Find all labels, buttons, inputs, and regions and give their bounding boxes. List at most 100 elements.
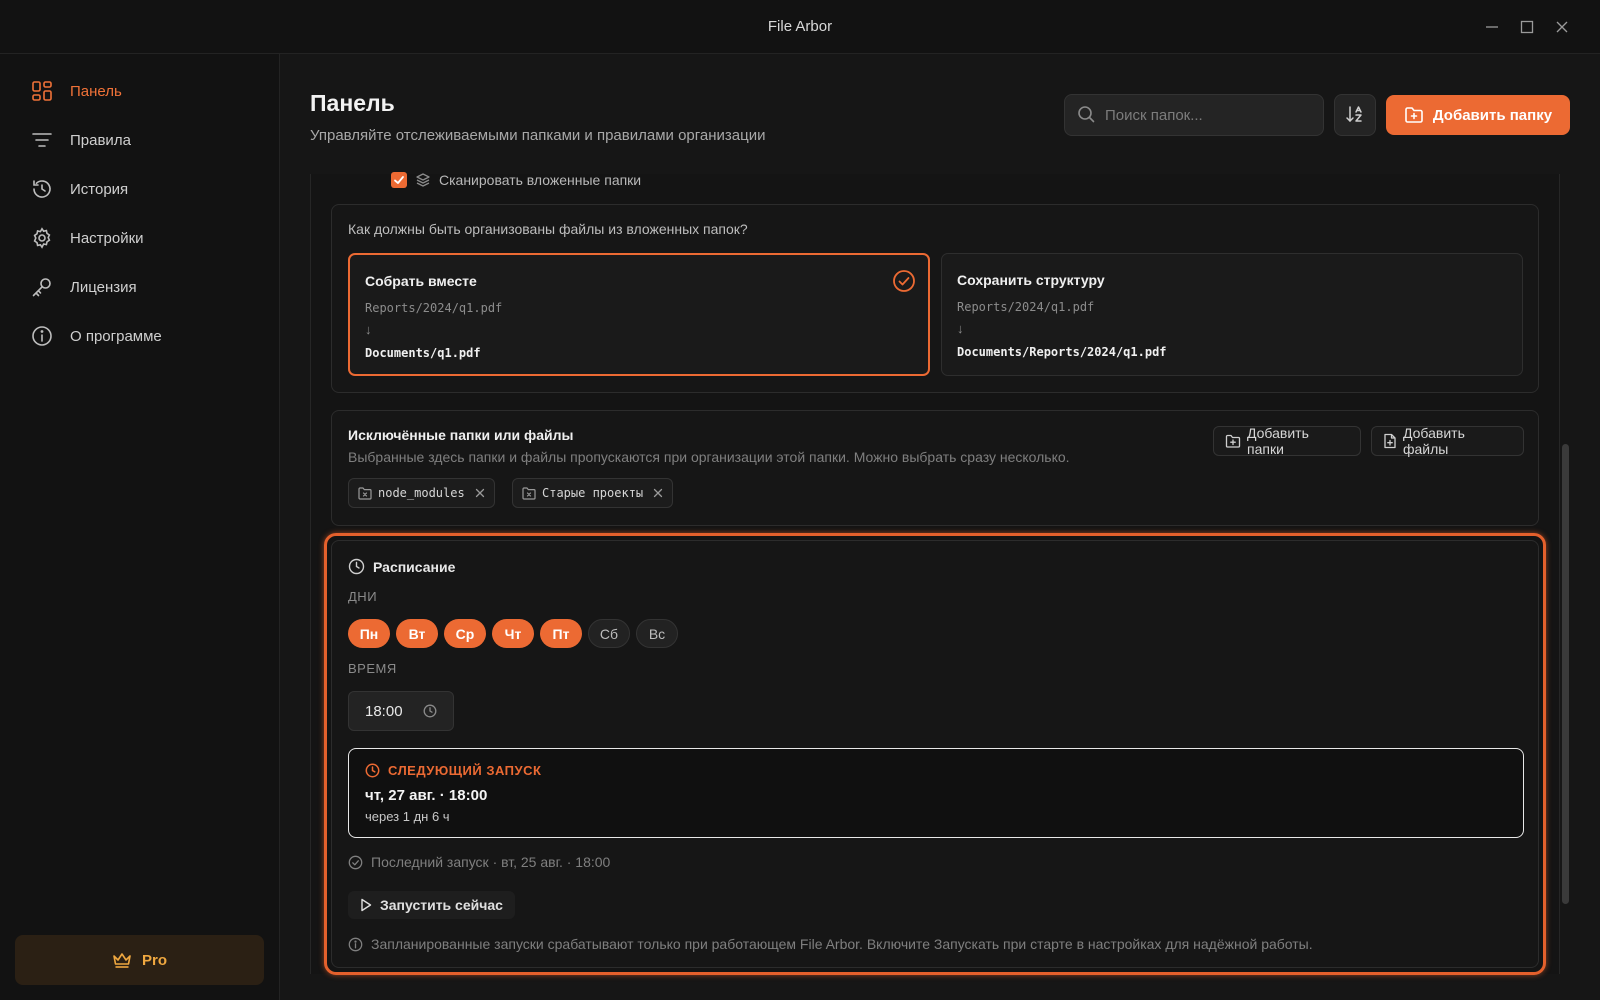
sidebar-item-dashboard[interactable]: Панель <box>30 76 122 106</box>
folder-plus-icon <box>1225 434 1241 449</box>
pro-button[interactable]: Pro <box>15 935 264 985</box>
selected-check-icon <box>892 269 916 293</box>
next-run-box: СЛЕДУЮЩИЙ ЗАПУСК чт, 27 авг. · 18:00 чер… <box>348 748 1524 838</box>
days-selector: Пн Вт Ср Чт Пт Сб Вс <box>348 619 678 648</box>
crown-icon <box>112 951 132 969</box>
sidebar-item-about[interactable]: О программе <box>30 321 162 351</box>
sidebar-item-label: Правила <box>70 131 131 149</box>
schedule-note-text: Запланированные запуски срабатывают толь… <box>371 936 1313 952</box>
close-button[interactable] <box>1551 16 1573 38</box>
filter-icon <box>30 128 54 152</box>
search-icon <box>1077 105 1095 126</box>
gear-icon <box>30 226 54 250</box>
day-toggle-wed[interactable]: Ср <box>444 619 486 648</box>
day-toggle-tue[interactable]: Вт <box>396 619 438 648</box>
title-bar: File Arbor <box>0 0 1600 54</box>
schedule-header: Расписание <box>348 558 455 575</box>
dashboard-icon <box>30 79 54 103</box>
option-destination-path: Documents/q1.pdf <box>365 346 481 360</box>
sort-icon <box>1345 104 1365 127</box>
sidebar-item-label: Панель <box>70 82 122 100</box>
add-folders-button[interactable]: Добавить папки <box>1213 425 1361 457</box>
sidebar: Панель Правила История Настройки Лицензи… <box>0 54 280 1000</box>
folder-plus-icon <box>1404 106 1424 124</box>
option-source-path: Reports/2024/q1.pdf <box>365 301 503 315</box>
option-title: Сохранить структуру <box>957 272 1105 288</box>
time-value: 18:00 <box>365 702 403 720</box>
day-toggle-sun[interactable]: Вс <box>636 619 678 648</box>
info-icon <box>30 324 54 348</box>
organize-question: Как должны быть организованы файлы из вл… <box>348 221 748 237</box>
sidebar-item-label: О программе <box>70 327 162 345</box>
folder-x-icon <box>522 486 536 500</box>
day-toggle-mon[interactable]: Пн <box>348 619 390 648</box>
page-title: Панель <box>310 90 395 116</box>
search-box <box>1064 94 1324 136</box>
excluded-item-chip: node_modules <box>348 478 495 508</box>
scan-subfolders-row[interactable]: Сканировать вложенные папки <box>391 172 641 188</box>
folder-x-icon <box>358 486 372 500</box>
remove-icon[interactable] <box>653 488 663 498</box>
time-input[interactable]: 18:00 <box>348 691 454 731</box>
next-run-date: чт, 27 авг. · 18:00 <box>365 787 488 804</box>
sidebar-item-rules[interactable]: Правила <box>30 125 131 155</box>
last-run-text: Последний запуск · вт, 25 авг. · 18:00 <box>371 854 611 870</box>
sidebar-item-license[interactable]: Лицензия <box>30 272 137 302</box>
day-toggle-fri[interactable]: Пт <box>540 619 582 648</box>
exclusions-description: Выбранные здесь папки и файлы пропускают… <box>348 449 1070 465</box>
remove-icon[interactable] <box>475 488 485 498</box>
page-subtitle: Управляйте отслеживаемыми папками и прав… <box>310 127 766 144</box>
excluded-item-label: Старые проекты <box>542 486 644 500</box>
sidebar-item-history[interactable]: История <box>30 174 128 204</box>
search-input[interactable] <box>1105 106 1305 124</box>
option-title: Собрать вместе <box>365 273 477 289</box>
scrollbar-thumb[interactable] <box>1562 444 1569 904</box>
layers-icon <box>415 172 431 188</box>
excluded-item-chip: Старые проекты <box>512 478 674 508</box>
sidebar-item-label: Настройки <box>70 229 144 247</box>
day-toggle-thu[interactable]: Чт <box>492 619 534 648</box>
exclusions-card: Исключённые папки или файлы Выбранные зд… <box>331 410 1539 526</box>
clock-icon[interactable] <box>423 704 437 718</box>
arrow-down-icon: ↓ <box>957 321 964 336</box>
sort-button[interactable] <box>1334 94 1376 136</box>
close-icon <box>1556 21 1568 33</box>
option-collect-together[interactable]: Собрать вместе Reports/2024/q1.pdf ↓ Doc… <box>348 253 930 376</box>
add-folder-label: Добавить папку <box>1432 106 1553 124</box>
subfolder-organization-card: Как должны быть организованы файлы из вл… <box>331 204 1539 393</box>
time-label: ВРЕМЯ <box>348 661 397 676</box>
check-icon <box>394 176 404 184</box>
maximize-icon <box>1520 20 1534 34</box>
next-run-header: СЛЕДУЮЩИЙ ЗАПУСК <box>365 763 541 778</box>
scan-subfolders-label: Сканировать вложенные папки <box>439 172 642 188</box>
sidebar-item-settings[interactable]: Настройки <box>30 223 144 253</box>
last-run-row: Последний запуск · вт, 25 авг. · 18:00 <box>348 854 610 870</box>
clock-icon <box>348 558 365 575</box>
next-run-relative: через 1 дн 6 ч <box>365 809 450 824</box>
window-title: File Arbor <box>767 18 833 35</box>
run-now-button[interactable]: Запустить сейчас <box>348 891 515 919</box>
schedule-card: Расписание ДНИ Пн Вт Ср Чт Пт Сб Вс ВРЕМ… <box>331 540 1539 968</box>
add-folder-button[interactable]: Добавить папку <box>1386 95 1570 135</box>
day-toggle-sat[interactable]: Сб <box>588 619 630 648</box>
schedule-note: Запланированные запуски срабатывают толь… <box>348 936 1313 952</box>
add-files-button[interactable]: Добавить файлы <box>1371 425 1524 457</box>
maximize-button[interactable] <box>1516 16 1538 38</box>
info-icon <box>348 937 363 952</box>
clock-icon <box>365 763 380 778</box>
exclusions-title: Исключённые папки или файлы <box>348 427 574 443</box>
check-circle-icon <box>348 855 363 870</box>
excluded-item-label: node_modules <box>378 486 465 500</box>
next-run-label: СЛЕДУЮЩИЙ ЗАПУСК <box>388 763 542 778</box>
pro-label: Pro <box>141 951 167 969</box>
minimize-button[interactable] <box>1481 16 1503 38</box>
run-now-label: Запустить сейчас <box>380 897 503 913</box>
sidebar-item-label: История <box>70 180 129 198</box>
scan-subfolders-checkbox[interactable] <box>391 172 407 188</box>
history-icon <box>30 177 54 201</box>
sidebar-item-label: Лицензия <box>70 278 137 296</box>
schedule-title: Расписание <box>373 558 456 575</box>
arrow-down-icon: ↓ <box>365 322 372 337</box>
option-keep-structure[interactable]: Сохранить структуру Reports/2024/q1.pdf … <box>941 253 1523 376</box>
days-label: ДНИ <box>348 589 378 604</box>
